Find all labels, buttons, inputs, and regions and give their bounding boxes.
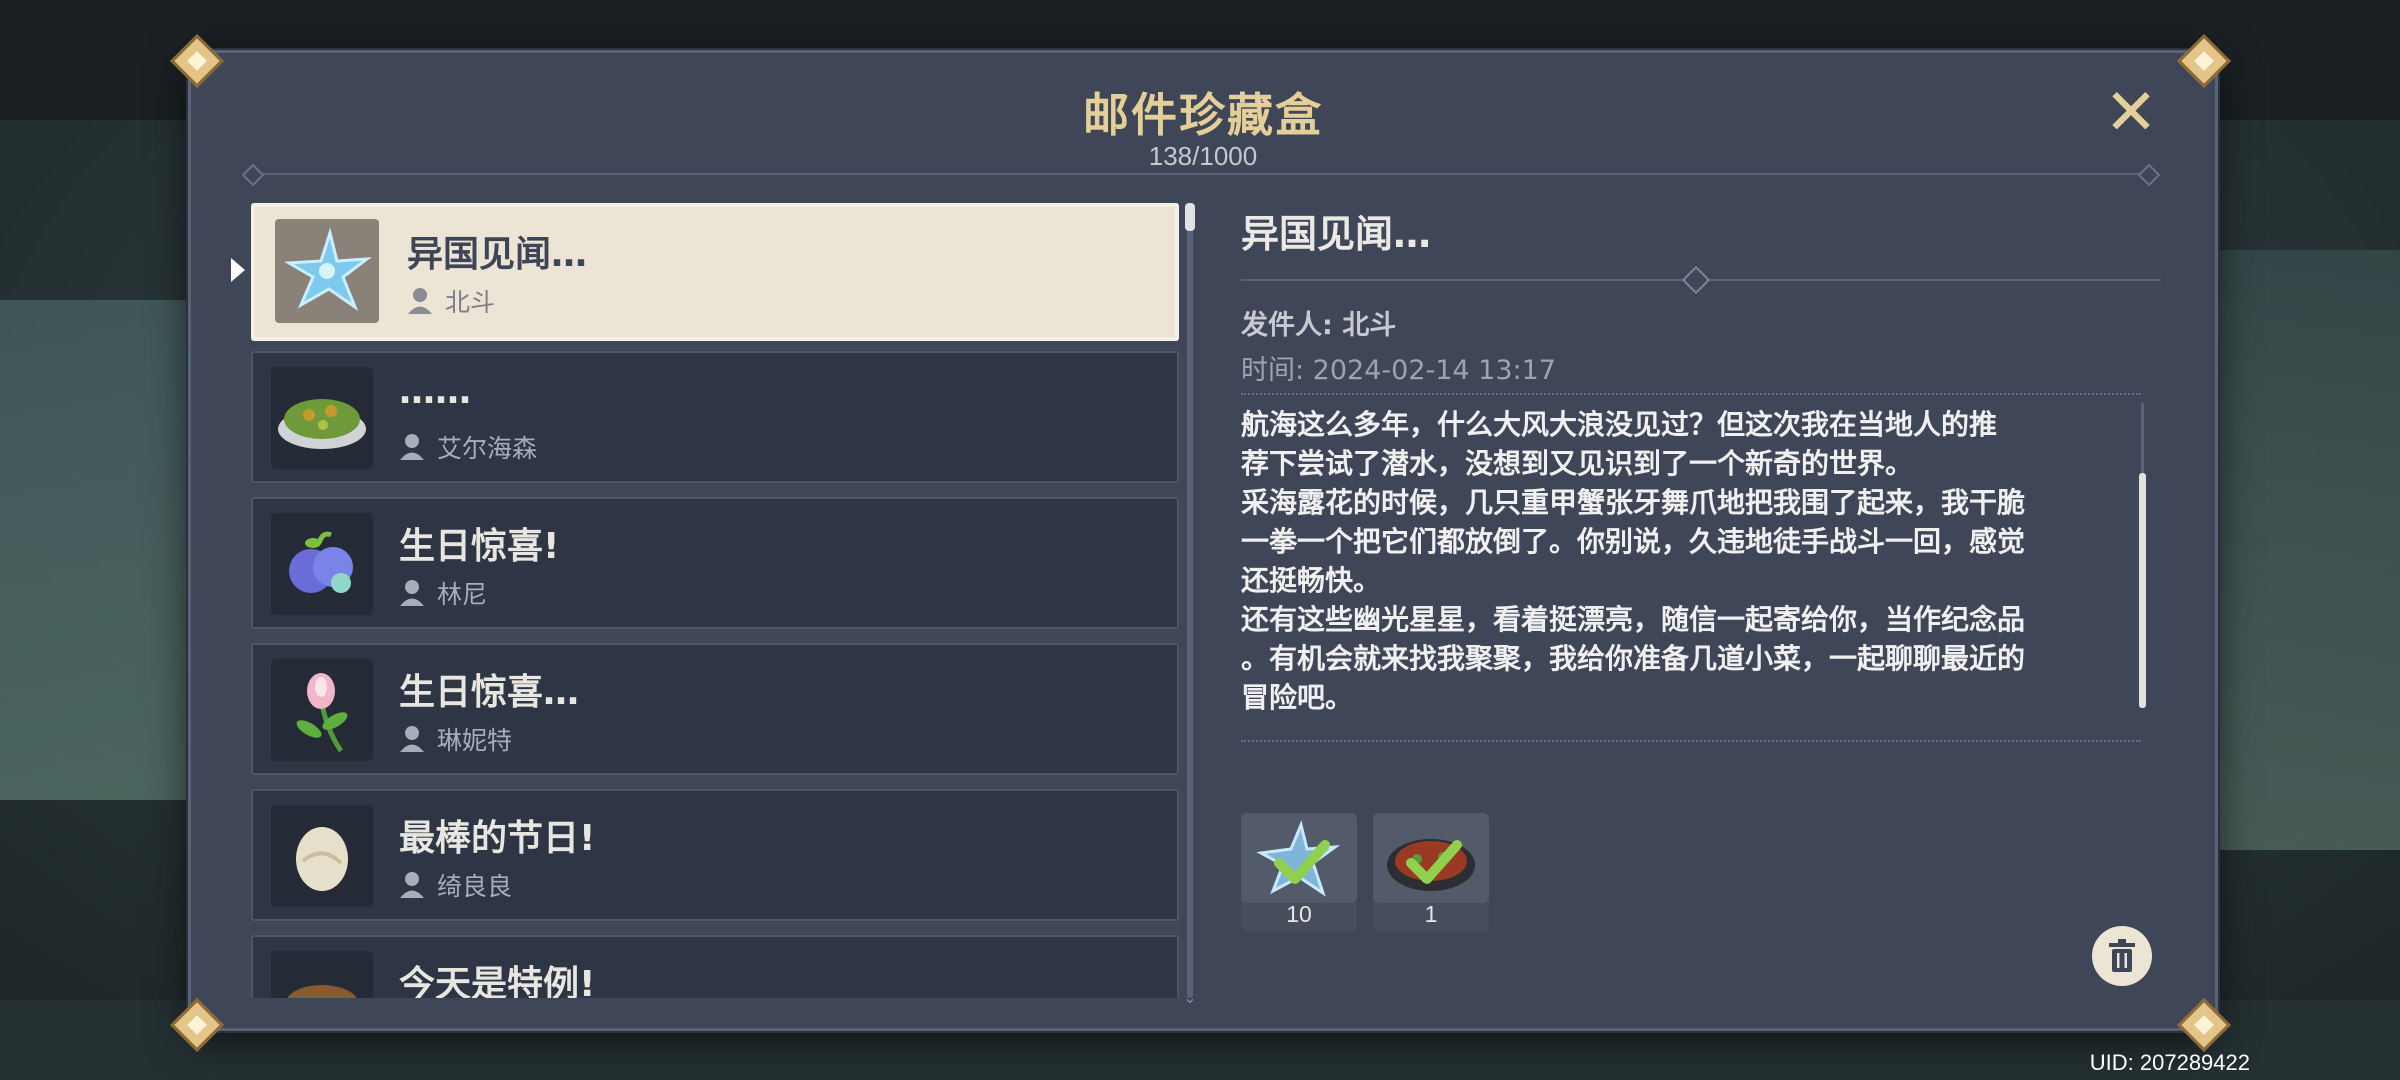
detail-divider [1241, 265, 2161, 295]
close-icon[interactable]: ✕ [2101, 81, 2161, 145]
mail-detail: 异国见闻… 发件人: 北斗 时间: 2024-02-14 13:17 航海这么多… [1241, 203, 2161, 1003]
mail-subject: 生日惊喜! [399, 526, 560, 567]
mail-list-item[interactable]: 异国见闻… 北斗 [251, 203, 1179, 341]
mail-subject: 生日惊喜… [399, 672, 580, 713]
mail-list-item[interactable]: …… 艾尔海森 [251, 351, 1179, 483]
sender-row: 艾尔海森 [399, 431, 537, 463]
mail-subject: 异国见闻… [407, 234, 588, 275]
detail-time: 时间: 2024-02-14 13:17 [1241, 355, 1556, 386]
attachment-item[interactable]: 1 [1373, 813, 1489, 931]
sender-row: 北斗 [407, 285, 495, 317]
check-icon [1274, 840, 1330, 884]
mail-list-item[interactable]: 今天是特例! [251, 935, 1179, 998]
background-scenery-right [2200, 250, 2400, 850]
mail-sender: 绮良良 [437, 872, 513, 901]
list-scrollbar-thumb[interactable] [1185, 203, 1195, 231]
dish-icon [271, 951, 373, 998]
mail-list-item[interactable]: 生日惊喜! 林尼 [251, 497, 1179, 629]
mail-collection-panel: 邮件珍藏盒 138/1000 ✕ 异国见闻… 北斗 …… 艾尔海森 生日惊喜! … [188, 50, 2218, 1031]
mail-sender: 林尼 [437, 580, 488, 609]
mail-list-item[interactable]: 生日惊喜… 琳妮特 [251, 643, 1179, 775]
mail-count: 138/1000 [1148, 141, 1258, 171]
mail-sender: 艾尔海森 [437, 434, 538, 463]
person-icon [400, 872, 424, 898]
chevron-down-icon: ⌄ [1183, 988, 1197, 1007]
check-icon [1406, 840, 1462, 884]
fruit-icon [271, 513, 373, 615]
attachment-item[interactable]: 10 [1241, 813, 1357, 931]
body-scrollbar-thumb[interactable] [2139, 473, 2146, 708]
mail-subject: 今天是特例! [399, 964, 596, 998]
mail-subject: 最棒的节日! [399, 818, 596, 859]
sender-row: 琳妮特 [399, 723, 512, 755]
detail-sender: 发件人: 北斗 [1241, 310, 1397, 341]
starfish-icon [275, 219, 379, 323]
mail-body-box[interactable]: 航海这么多年，什么大风大浪没见过？但这次我在当地人的推 荐下尝试了潜水，没想到又… [1241, 393, 2141, 742]
sender-row: 林尼 [399, 577, 487, 609]
mail-list[interactable]: 异国见闻… 北斗 …… 艾尔海森 生日惊喜! 林尼 生日惊喜… 琳妮特 最棒的节… [251, 203, 1181, 998]
person-icon [400, 580, 424, 606]
dish-icon [271, 367, 373, 469]
egg-icon [271, 805, 373, 907]
mail-sender: 琳妮特 [437, 726, 513, 755]
player-uid: UID: 207289422 [2089, 1050, 2250, 1075]
mail-list-item[interactable]: 最棒的节日! 绮良良 [251, 789, 1179, 921]
flower-icon [271, 659, 373, 761]
sender-row: 绮良良 [399, 869, 512, 901]
list-scrollbar[interactable] [1187, 203, 1193, 998]
person-icon [400, 434, 424, 460]
person-icon [400, 726, 424, 752]
person-icon [408, 288, 432, 314]
trash-icon[interactable] [2092, 926, 2152, 986]
detail-subject: 异国见闻… [1241, 212, 1432, 256]
mail-subject: …… [399, 371, 471, 412]
attachment-quantity: 10 [1286, 901, 1312, 927]
panel-title: 邮件珍藏盒 [1083, 88, 1323, 142]
mail-body: 航海这么多年，什么大风大浪没见过？但这次我在当地人的推 荐下尝试了潜水，没想到又… [1241, 408, 2026, 714]
title-divider [251, 173, 2151, 175]
background-scenery-left [0, 300, 220, 800]
selection-indicator [231, 258, 245, 282]
attachment-quantity: 1 [1424, 901, 1438, 927]
mail-sender: 北斗 [445, 288, 496, 317]
